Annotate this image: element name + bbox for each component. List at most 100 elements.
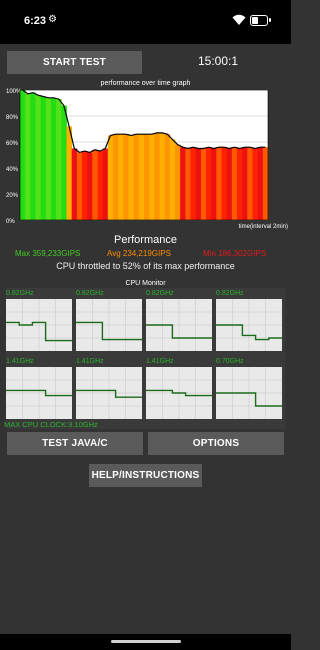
performance-bar xyxy=(92,149,98,220)
performance-bar xyxy=(87,152,93,220)
performance-bar xyxy=(35,95,42,220)
test-java-c-button[interactable]: TEST JAVA/C xyxy=(7,432,143,455)
performance-bar xyxy=(113,134,119,220)
performance-title: Performance xyxy=(114,234,177,246)
cpu-core-cell: 0.82GHz xyxy=(146,290,212,352)
wifi-icon xyxy=(232,14,246,25)
graph-title: performance over time graph xyxy=(100,80,191,87)
cpu-core-cell: 0.82GHz xyxy=(76,290,142,352)
y-tick-label: 20% xyxy=(6,193,19,199)
performance-bar xyxy=(200,148,207,220)
help-instructions-button[interactable]: HELP/INSTRUCTIONS xyxy=(89,464,202,487)
performance-bar xyxy=(20,90,26,220)
cpu-core-graph xyxy=(6,299,72,351)
performance-bar xyxy=(185,148,191,220)
cpu-core-graph xyxy=(146,299,212,351)
avg-performance: Avg 234,219GIPS xyxy=(107,249,171,258)
performance-graph: 100% 80% 60% 40% 20% 0% time(interval 2min) xyxy=(6,87,288,233)
performance-bar xyxy=(128,135,135,220)
performance-bar xyxy=(164,134,171,220)
performance-bar xyxy=(133,134,140,220)
performance-bar xyxy=(159,132,166,220)
options-button[interactable]: OPTIONS xyxy=(148,432,284,455)
performance-bar xyxy=(216,147,222,220)
performance-bar xyxy=(61,105,67,220)
x-axis-label: time(interval 2min) xyxy=(239,224,288,230)
max-cpu-clock: MAX CPU CLOCK:3.10GHz xyxy=(4,420,98,429)
cpu-core-frequency: 1.41GHz xyxy=(146,358,174,365)
home-gesture-handle[interactable] xyxy=(111,640,181,643)
cpu-core-cell: 1.41GHz xyxy=(76,358,142,420)
cpu-core-frequency: 1.41GHz xyxy=(6,358,34,365)
performance-bar xyxy=(51,97,57,220)
throttle-text: CPU throttled to 52% of its max performa… xyxy=(56,261,235,271)
navigation-bar xyxy=(0,634,291,650)
clock: 6:23 xyxy=(24,15,47,27)
cpu-core-graph xyxy=(76,367,142,419)
cpu-core-frequency: 0.82GHz xyxy=(146,290,174,297)
battery-icon xyxy=(250,15,268,26)
performance-bar xyxy=(190,147,197,220)
test-timer: 15:00:1 xyxy=(197,54,239,68)
performance-bar xyxy=(262,147,269,220)
y-tick-label: 80% xyxy=(6,115,19,121)
performance-bar xyxy=(206,147,212,220)
cpu-core-cell: 0.82GHz xyxy=(6,290,72,352)
performance-bar xyxy=(56,99,62,220)
performance-bar xyxy=(138,134,145,220)
performance-bar xyxy=(82,151,88,220)
performance-bar xyxy=(107,135,114,220)
cpu-core-frequency: 0.82GHz xyxy=(76,290,104,297)
y-tick-label: 0% xyxy=(6,219,15,225)
performance-bar xyxy=(76,152,83,220)
cpu-core-cell: 1.41GHz xyxy=(146,358,212,420)
performance-bar xyxy=(247,147,253,220)
y-tick-label: 100% xyxy=(6,89,22,95)
performance-bar xyxy=(71,148,78,220)
performance-bar xyxy=(231,147,238,220)
performance-bar xyxy=(118,134,124,220)
performance-bar xyxy=(30,92,36,220)
performance-bar xyxy=(180,147,186,220)
min-performance: Min 186,302GIPS xyxy=(203,249,267,258)
battery-cap xyxy=(269,18,271,22)
cpu-core-cell: 0.70GHz xyxy=(216,358,282,420)
performance-bar xyxy=(252,148,259,220)
performance-bar xyxy=(226,148,233,220)
cpu-core-cell: 0.82GHz xyxy=(216,290,282,352)
performance-bar xyxy=(102,148,109,220)
performance-bar xyxy=(211,148,217,220)
cpu-core-graph xyxy=(216,367,282,419)
cpu-core-graph xyxy=(146,367,212,419)
performance-bar xyxy=(169,139,176,220)
performance-bar xyxy=(144,134,150,220)
performance-bar xyxy=(257,147,264,220)
cpu-core-cell: 1.41GHz xyxy=(6,358,72,420)
cpu-core-frequency: 0.82GHz xyxy=(216,290,244,297)
cpu-monitor-grid: 0.82GHz 0.82GHz 0.82GHz 0.82GHz 1.41GHz 1.41G… xyxy=(6,288,285,429)
start-test-button[interactable]: START TEST xyxy=(7,51,142,74)
performance-bar xyxy=(45,97,52,220)
performance-bar xyxy=(195,148,202,220)
status-bar: 6:23 ⚙ xyxy=(0,0,291,44)
performance-bar xyxy=(221,147,228,220)
performance-bar xyxy=(149,134,155,220)
cpu-core-frequency: 0.82GHz xyxy=(6,290,34,297)
performance-bar xyxy=(154,132,160,220)
cpu-core-graph xyxy=(216,299,282,351)
y-tick-label: 60% xyxy=(6,141,19,147)
cpu-core-graph xyxy=(76,299,142,351)
performance-bar xyxy=(66,126,73,220)
performance-bar xyxy=(175,144,181,220)
performance-bar xyxy=(123,134,129,220)
y-tick-label: 40% xyxy=(6,167,19,173)
performance-bar xyxy=(40,96,47,220)
cpu-core-frequency: 0.70GHz xyxy=(216,358,244,365)
settings-icon: ⚙ xyxy=(48,14,57,25)
cpu-monitor-title: CPU Monitor xyxy=(125,280,166,287)
performance-bar xyxy=(97,151,104,220)
performance-graph-svg: 100% 80% 60% 40% 20% 0% time(interval 2min) xyxy=(6,89,288,230)
max-performance: Max 359,233GIPS xyxy=(15,249,81,258)
performance-bar xyxy=(237,148,243,220)
performance-bar xyxy=(242,147,248,220)
